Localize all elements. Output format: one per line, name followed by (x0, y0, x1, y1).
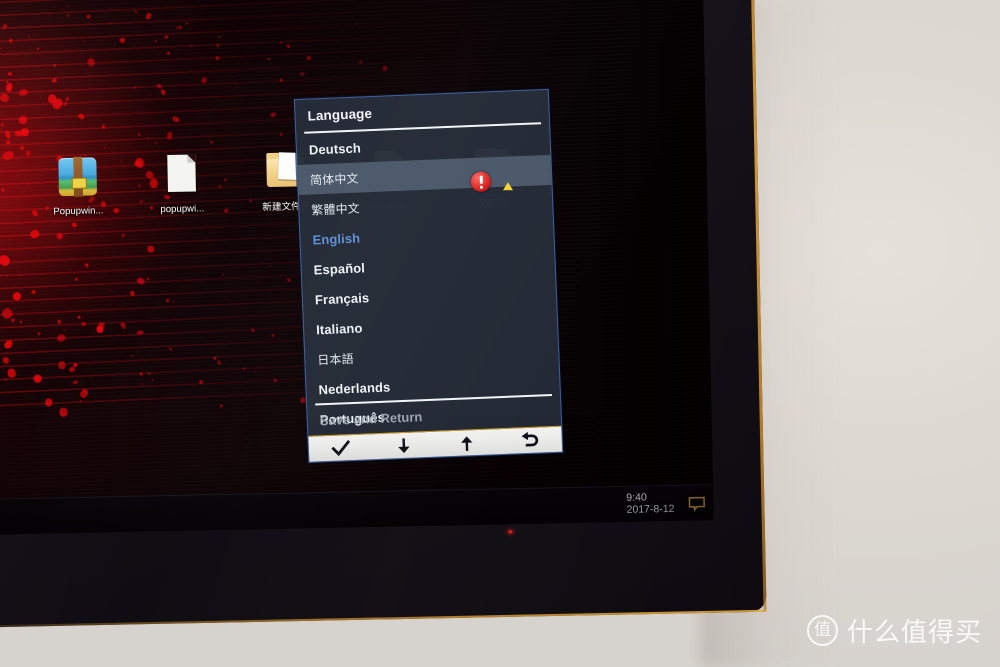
taskbar-clock[interactable]: 9:40 2017-8-12 (626, 492, 674, 516)
confirm-button[interactable] (318, 435, 363, 461)
arrow-up-icon (458, 433, 477, 454)
desktop-icon[interactable]: Popupwin... (40, 154, 115, 218)
watermark-logo: 值 (806, 615, 838, 646)
desktop-icon[interactable]: popupwi... (144, 152, 219, 216)
check-icon (329, 438, 352, 459)
clock-date: 2017-8-12 (626, 502, 675, 516)
notification-balloon-icon[interactable] (688, 496, 705, 512)
system-tray: 9:40 2017-8-12 (626, 485, 706, 523)
up-button[interactable] (444, 430, 489, 456)
site-watermark: 值 什么值得买 (806, 612, 982, 649)
document-icon (158, 152, 205, 199)
archive-icon (54, 154, 101, 201)
down-button[interactable] (381, 433, 426, 459)
osd-language-menu[interactable]: Language Deutsch 简体中文 繁體中文 English Español Fr… (293, 88, 564, 463)
back-arrow-icon (519, 430, 542, 451)
arrow-down-icon (394, 435, 413, 456)
osd-language-list[interactable]: Deutsch 简体中文 繁體中文 English Español Français Ita… (296, 124, 561, 435)
monitor-screen: Popupwin...popupwi...新建文件夹popupwi...ZZCG… (0, 0, 714, 536)
desktop-icon-label: Popupwin... (53, 205, 104, 218)
desktop-icon-label: popupwi... (160, 203, 205, 216)
back-button[interactable] (508, 428, 553, 454)
screenshot-stage: Popupwin...popupwi...新建文件夹popupwi...ZZCG… (0, 0, 1000, 667)
watermark-text: 什么值得买 (846, 618, 982, 648)
